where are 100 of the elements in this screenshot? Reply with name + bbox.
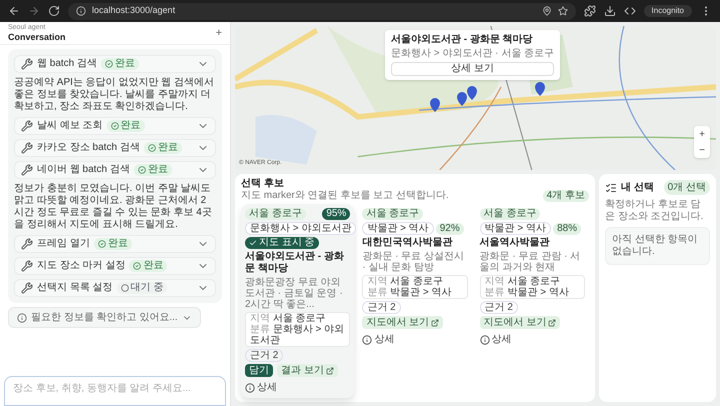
info-icon <box>76 6 86 16</box>
external-link-icon <box>431 318 440 326</box>
wrench-icon <box>21 120 33 132</box>
checklist-icon <box>605 182 617 194</box>
pending-icon <box>120 284 129 292</box>
new-conversation-button[interactable]: + <box>216 24 222 42</box>
check-circle-icon <box>110 122 119 130</box>
check-circle-icon <box>148 144 156 152</box>
add-button[interactable]: 담기 <box>245 364 273 377</box>
status-badge: 완료 <box>101 58 140 70</box>
region-tag: 서울 종로구 <box>245 208 306 220</box>
external-link-icon <box>326 366 334 374</box>
wrench-icon <box>21 164 33 176</box>
detail-button[interactable]: 상세 <box>245 381 277 394</box>
popup-detail-button[interactable]: 상세 보기 <box>391 62 554 76</box>
region-tag: 서울 종로구 <box>480 208 540 220</box>
zoom-in-button[interactable]: + <box>694 126 710 142</box>
panel-title: Conversation <box>8 32 66 42</box>
candidate-card[interactable]: 서울 종로구 95% 문화행사 > 야외도서관 지도 표시 중 서울야외도서관 - 광화문 책마당 광화문광장 무료 야외도서관 · 금토일 운영 · 2시간 딱 좋은... 지역 서울 종로구 분류 문화행사 > 야외도서관 근거 2 담기 결과 보기 상세 <box>241 204 354 398</box>
info-icon <box>245 382 255 392</box>
thinking-toggle[interactable]: 필요한 정보를 확인하고 있어요... <box>8 307 201 328</box>
status-badge: 대기 중 <box>116 282 168 294</box>
check-icon <box>249 239 257 247</box>
detail-line: 지역 서울 종로구 <box>250 313 327 324</box>
candidate-count-badge: 4개 후보 <box>542 190 589 202</box>
wrench-icon <box>21 282 33 294</box>
map-marker-icon[interactable] <box>535 82 545 96</box>
detail-line: 지역 서울 종로구 <box>484 276 562 287</box>
tool-label: 웹 batch 검색 <box>37 58 98 70</box>
tool-call-row[interactable]: 카카오 장소 batch 검색 완료 <box>14 139 216 157</box>
detail-button[interactable]: 상세 <box>362 333 394 346</box>
detail-line: 분류 문화행사 > 야외도서관 <box>250 324 346 346</box>
tool-call-row[interactable]: 네이버 웹 batch 검색 완료 <box>14 161 216 179</box>
popup-subtitle: 문화행사 > 야외도서관 · 서울 종로구 <box>391 48 554 60</box>
tool-label: 날씨 예보 조회 <box>37 120 103 132</box>
info-icon <box>362 334 372 344</box>
profile-pill[interactable]: Incognito <box>644 5 692 17</box>
tool-call-row[interactable]: 선택지 목록 설정 대기 중 <box>14 279 216 297</box>
popup-title: 서울야외도서관 - 광화문 책마당 <box>391 34 534 46</box>
category-tag: 문화행사 > 야외도서관 <box>245 222 356 235</box>
status-badge: 완료 <box>129 260 168 272</box>
assistant-message: 공공예약 API는 응답이 없었지만 웹 검색에서 좋은 정보를 찾았습니다. 날씨를 주말까지 더 확보하고, 장소 좌표도 확인하겠습니다. <box>14 77 216 113</box>
score-badge: 92% <box>436 222 464 234</box>
check-circle-icon <box>98 240 106 248</box>
detail-line: 분류 박물관 > 역사 <box>484 287 570 298</box>
score-badge: 88% <box>553 222 582 234</box>
map-marker-icon[interactable] <box>457 92 467 106</box>
tool-call-row[interactable]: 날씨 예보 조회 완료 <box>14 117 216 135</box>
status-badge: 완료 <box>94 238 132 250</box>
detail-line: 분류 박물관 > 역사 <box>367 287 453 298</box>
wrench-icon <box>21 142 33 154</box>
address-bar[interactable]: localhost:3000/agent <box>68 2 576 20</box>
message-input[interactable]: 장소 후보, 취향, 동행자를 알려 주세요... <box>4 376 226 406</box>
info-icon <box>17 312 27 322</box>
selection-title: 내 선택 <box>621 181 654 195</box>
category-tag: 박물관 > 역사 <box>480 222 552 235</box>
view-button[interactable]: 지도에서 보기 <box>362 316 444 329</box>
selection-subtitle: 확정하거나 후보로 담은 장소와 조건입니다. <box>605 199 704 223</box>
score-badge: 95% <box>322 208 350 220</box>
tool-label: 선택지 목록 설정 <box>37 282 113 294</box>
tool-call-row[interactable]: 웹 batch 검색 완료 <box>14 55 216 73</box>
view-button[interactable]: 결과 보기 <box>277 364 338 377</box>
status-badge: 완료 <box>144 142 182 154</box>
map-showing-badge: 지도 표시 중 <box>245 237 319 249</box>
wrench-icon <box>21 238 33 250</box>
candidate-name: 서울야외도서관 - 광화문 책마당 <box>245 251 345 275</box>
candidate-name: 서울역사박물관 <box>480 237 551 249</box>
map-marker-icon[interactable] <box>430 98 440 112</box>
code-icon[interactable] <box>624 5 636 17</box>
check-circle-icon <box>105 60 114 68</box>
info-icon <box>480 334 490 344</box>
assistant-message: 정보가 충분히 모였습니다. 이번 주말 날씨도 맑고 따뜻할 예정이네요. 광화문 근처에서 2시간 정도 무료로 즐길 수 있는 문화 후보 4곳을 정리해서 지도에 표시해 드릴게요. <box>14 183 213 231</box>
bookmark-star-icon[interactable] <box>558 6 568 16</box>
zoom-out-button[interactable]: − <box>694 142 710 158</box>
external-link-icon <box>548 318 556 326</box>
candidates-title: 선택 후보 <box>241 178 285 190</box>
location-icon[interactable] <box>542 6 552 16</box>
view-button[interactable]: 지도에서 보기 <box>480 316 560 329</box>
region-tag: 서울 종로구 <box>362 208 424 220</box>
status-badge: 완료 <box>134 164 172 176</box>
tool-label: 카카오 장소 batch 검색 <box>37 142 140 154</box>
reload-icon[interactable] <box>48 5 60 17</box>
evidence-tag: 근거 2 <box>480 301 518 314</box>
tool-label: 지도 장소 마커 설정 <box>37 260 126 272</box>
url-text: localhost:3000/agent <box>92 4 176 18</box>
tool-label: 네이버 웹 batch 검색 <box>37 164 130 176</box>
forward-icon[interactable] <box>28 5 40 17</box>
wrench-icon <box>21 58 33 70</box>
evidence-tag: 근거 2 <box>362 301 401 314</box>
download-icon[interactable] <box>604 5 616 17</box>
tool-call-row[interactable]: 프레임 열기 완료 <box>14 235 216 253</box>
tool-call-row[interactable]: 지도 장소 마커 설정 완료 <box>14 257 216 275</box>
back-icon[interactable] <box>8 5 20 17</box>
map-marker-icon[interactable] <box>467 86 477 100</box>
detail-button[interactable]: 상세 <box>480 333 512 346</box>
candidates-subtitle: 지도 marker와 연결된 후보를 보고 선택합니다. <box>241 190 449 202</box>
candidate-name: 대한민국역사박물관 <box>362 237 454 249</box>
detail-line: 지역 서울 종로구 <box>367 276 444 287</box>
wrench-icon <box>21 260 33 272</box>
extension-icon[interactable] <box>584 5 596 17</box>
